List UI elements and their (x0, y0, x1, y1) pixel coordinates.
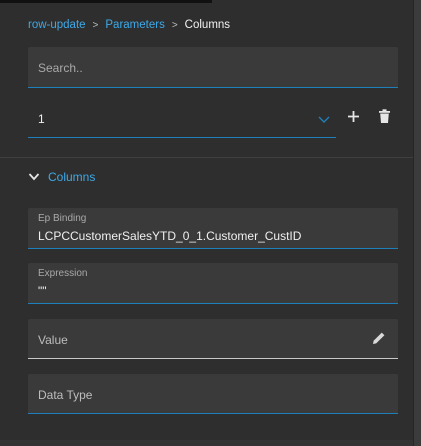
section-divider (0, 157, 413, 158)
expression-value: "" (38, 284, 47, 298)
value-placeholder: Value (38, 333, 68, 347)
breadcrumb-separator: > (92, 19, 99, 31)
value-field[interactable]: Value (28, 319, 398, 359)
plus-icon[interactable] (347, 110, 360, 123)
parameter-select-value: 1 (38, 112, 45, 126)
pencil-icon[interactable] (372, 331, 386, 345)
parameter-select[interactable]: 1 (28, 103, 336, 138)
data-type-placeholder: Data Type (38, 388, 93, 402)
scrollbar-track[interactable] (413, 0, 421, 446)
bottom-strip (0, 440, 413, 446)
breadcrumb: row-update > Parameters > Columns (28, 19, 230, 31)
breadcrumb-current: Columns (184, 19, 231, 31)
expression-label: Expression (38, 268, 88, 279)
ep-binding-field[interactable]: Ep Binding LCPCCustomerSalesYTD_0_1.Cust… (28, 208, 398, 249)
section-title: Columns (48, 170, 96, 184)
columns-section-toggle[interactable]: Columns (28, 170, 95, 184)
parameters-panel: row-update > Parameters > Columns Search… (0, 0, 413, 446)
search-placeholder: Search.. (38, 61, 83, 75)
breadcrumb-parameters[interactable]: Parameters (105, 19, 164, 31)
breadcrumb-separator: > (171, 19, 178, 31)
data-type-field[interactable]: Data Type (28, 374, 398, 414)
breadcrumb-row-update[interactable]: row-update (28, 19, 86, 31)
trash-icon[interactable] (379, 109, 390, 123)
expression-field[interactable]: Expression "" (28, 263, 398, 304)
ep-binding-value: LCPCCustomerSalesYTD_0_1.Customer_CustID (38, 229, 302, 243)
chevron-down-icon (28, 173, 40, 181)
ep-binding-label: Ep Binding (38, 213, 87, 224)
chevron-down-icon[interactable] (318, 116, 330, 124)
search-input[interactable]: Search.. (28, 47, 398, 88)
